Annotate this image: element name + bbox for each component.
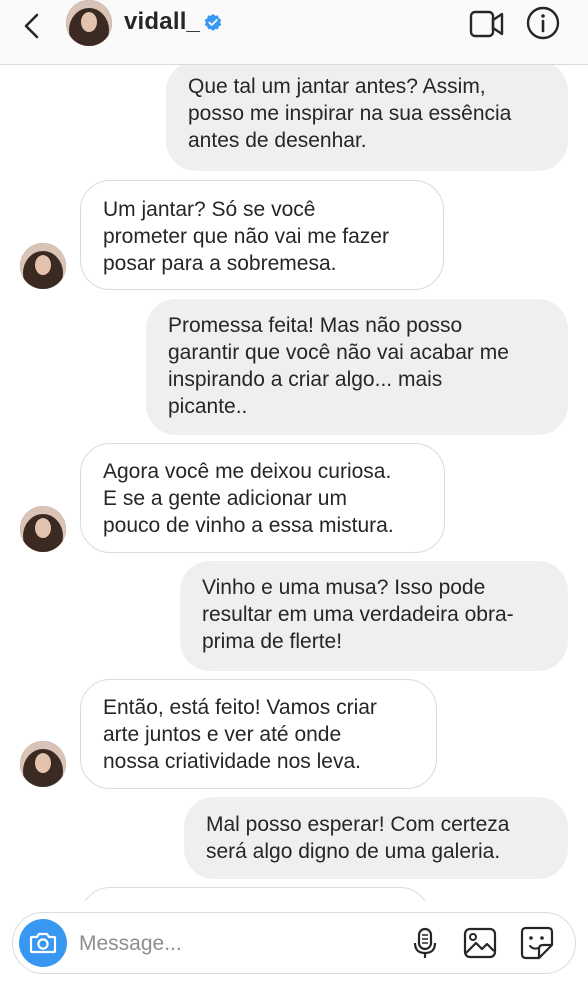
message-bubble-received[interactable]: Então, está feito! Vamos criar arte junt…	[80, 679, 437, 789]
message-text: Promessa feita! Mas não posso garantir q…	[168, 314, 509, 418]
message-thread[interactable]: Que tal um jantar antes? Assim, posso me…	[0, 65, 588, 901]
message-bubble-sent[interactable]: Promessa feita! Mas não posso garantir q…	[146, 299, 568, 435]
message-text: Que tal um jantar antes? Assim, posso me…	[188, 75, 512, 152]
microphone-icon[interactable]	[407, 925, 443, 961]
gallery-icon[interactable]	[462, 925, 498, 961]
contact-avatar[interactable]	[66, 0, 112, 46]
message-bubble-sent[interactable]: Vinho e uma musa? Isso pode resultar em …	[180, 561, 568, 671]
camera-icon[interactable]	[19, 919, 67, 967]
message-composer	[12, 912, 576, 974]
info-icon[interactable]	[525, 5, 561, 41]
sender-avatar	[20, 506, 66, 552]
message-text: Agora você me deixou curiosa. E se a gen…	[103, 460, 394, 537]
video-call-icon[interactable]	[469, 6, 505, 42]
message-text: Mal posso esperar! Com certeza será algo…	[206, 813, 510, 863]
message-bubble-received[interactable]: Agora você me deixou curiosa. E se a gen…	[80, 443, 445, 553]
message-bubble-received[interactable]: Um jantar? Só se você prometer que não v…	[80, 180, 444, 290]
message-bubble-sent[interactable]: Mal posso esperar! Com certeza será algo…	[184, 797, 568, 879]
message-bubble-received-partial[interactable]	[80, 887, 430, 901]
verified-badge-icon	[203, 13, 223, 33]
message-text: Então, está feito! Vamos criar arte junt…	[103, 696, 377, 773]
chat-header: vidall_	[0, 0, 588, 65]
message-bubble-sent[interactable]: Que tal um jantar antes? Assim, posso me…	[166, 65, 568, 171]
message-text: Um jantar? Só se você prometer que não v…	[103, 198, 389, 275]
contact-username[interactable]: vidall_	[124, 8, 200, 36]
message-text: Vinho e uma musa? Isso pode resultar em …	[202, 576, 514, 653]
sender-avatar	[20, 741, 66, 787]
back-chevron-icon[interactable]	[16, 10, 48, 42]
message-input[interactable]	[77, 927, 381, 961]
sender-avatar	[20, 243, 66, 289]
sticker-icon[interactable]	[519, 925, 555, 961]
